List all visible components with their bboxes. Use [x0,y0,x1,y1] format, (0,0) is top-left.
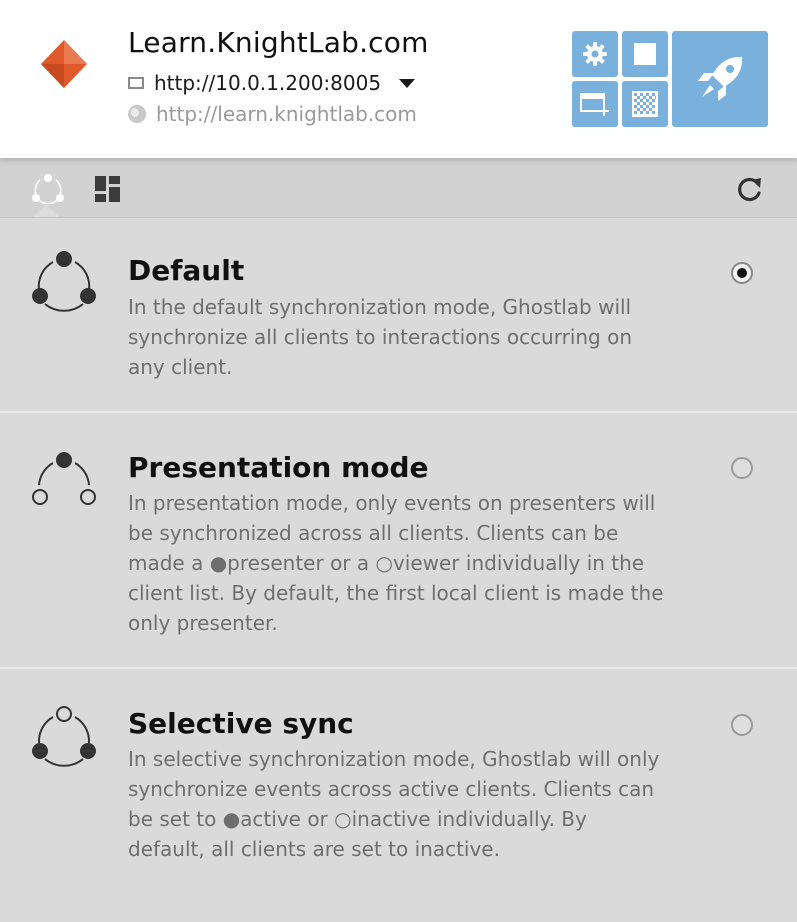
origin-url[interactable]: http://learn.knightlab.com [156,102,417,126]
ghostlab-logo [41,40,87,88]
gear-icon [583,42,607,66]
grid-layout-icon[interactable] [94,175,122,203]
mode-radio-default[interactable] [731,262,753,284]
app-header: Learn.KnightLab.com http://10.0.1.200:80… [0,0,797,158]
site-title: Learn.KnightLab.com [128,26,429,59]
sync-modes-icon[interactable] [31,172,65,204]
mode-title: Selective sync [128,707,354,740]
mode-description: In selective synchronization mode, Ghost… [128,747,660,861]
mode-selective-sync[interactable]: Selective sync In selective synchronizat… [0,669,797,922]
mode-radio-presentation[interactable] [731,457,753,479]
local-url[interactable]: http://10.0.1.200:8005 [154,71,381,95]
rocket-icon [698,57,742,101]
origin-url-row: http://learn.knightlab.com [128,101,417,127]
active-tab-indicator [33,204,59,217]
new-window-button[interactable] [572,81,618,127]
mode-default[interactable]: Default In the default synchronization m… [0,218,797,413]
qr-code-icon [632,91,658,117]
mode-description: In presentation mode, only events on pre… [128,491,664,635]
mode-title: Presentation mode [128,451,429,484]
stop-icon [634,43,656,65]
qr-code-button[interactable] [622,81,668,127]
stop-button[interactable] [622,31,668,77]
tab-bar [0,158,797,218]
chevron-down-icon[interactable] [399,78,416,88]
launch-button[interactable] [672,31,768,127]
device-icon [128,77,144,89]
selective-sync-icon [32,706,96,767]
local-url-row[interactable]: http://10.0.1.200:8005 [128,70,416,96]
globe-icon [128,105,146,123]
new-window-icon [580,93,609,116]
refresh-icon[interactable] [734,174,764,204]
mode-radio-selective-sync[interactable] [731,714,753,736]
mode-title: Default [128,254,245,287]
presentation-mode-icon [32,452,96,505]
mode-description: In the default synchronization mode, Gho… [128,295,633,379]
default-sync-icon [32,251,96,312]
mode-presentation[interactable]: Presentation mode In presentation mode, … [0,413,797,669]
settings-button[interactable] [572,31,618,77]
